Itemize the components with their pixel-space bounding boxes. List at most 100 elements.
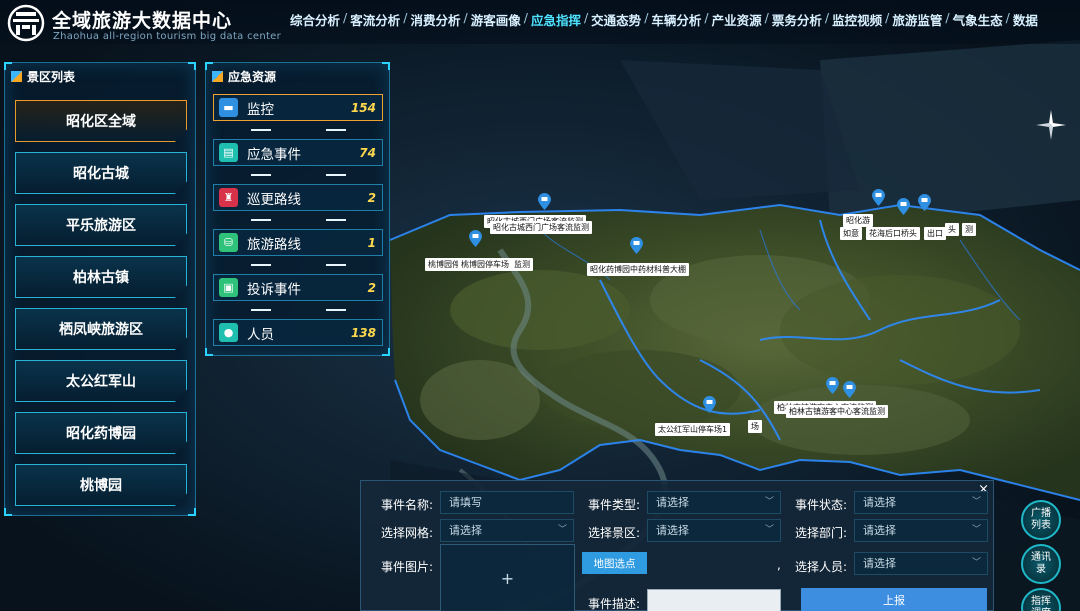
map-pin-icon[interactable] [538,193,551,210]
cube-icon [212,71,223,82]
nav-item[interactable]: 游客画像 [471,10,521,29]
resource-patrol-routes[interactable]: ♜ 巡更路线 2 [213,184,383,211]
department-select[interactable]: 请选择 ﹀ [854,519,988,542]
resource-tour-routes[interactable]: ⛁ 旅游路线 1 [213,229,383,256]
emergency-resources-panel: 应急资源 ▬ 监控 154 ▤ 应急事件 74 ♜ 巡更路线 2 ⛁ 旅游路线 … [205,62,390,356]
nav-item[interactable]: 票务分析 [772,10,822,29]
map-pin-icon[interactable] [897,198,910,215]
top-header: 全域旅游大数据中心 Zhaohua all-region tourism big… [0,0,1080,44]
document-icon: ▤ [219,143,238,162]
map-select-button[interactable]: 地图选点 [582,552,647,574]
nav-separator: / [945,10,950,25]
map-pin-icon[interactable] [630,237,643,254]
event-status-label: 事件状态: [795,498,848,512]
event-name-input[interactable]: 请填写 [440,491,574,514]
nav-item[interactable]: 数据 [1013,10,1038,29]
map-label[interactable]: 柏林古镇游客中心客流监测 [786,405,888,418]
map-label[interactable]: 太公红军山停车场1 [655,423,731,436]
map-pin-icon[interactable] [843,381,856,398]
resource-emergency-events[interactable]: ▤ 应急事件 74 [213,139,383,166]
map-label[interactable]: 监测 [511,258,533,271]
map-label[interactable]: 头 [945,223,959,236]
map-label[interactable]: 出口 [924,227,946,240]
nav-item[interactable]: 监控视频 [832,10,882,29]
divider [251,219,346,221]
map-label[interactable]: 场 [748,420,762,433]
event-type-select[interactable]: 请选择 ﹀ [647,491,781,514]
event-name-label: 事件名称: [381,498,434,512]
map-pin-icon[interactable] [918,194,931,211]
nav-separator: / [403,10,408,25]
nav-item[interactable]: 车辆分析 [651,10,701,29]
scenic-item-yaobo[interactable]: 昭化药博园 [15,412,187,454]
chevron-down-icon: ﹀ [971,497,981,507]
grid-label: 选择网格: [381,526,434,540]
nav-separator: / [1005,10,1010,25]
camera-icon: ▬ [219,98,238,117]
divider [251,309,346,311]
patrol-icon: ♜ [219,188,238,207]
nav-separator: / [343,10,348,25]
nav-item[interactable]: 交通态势 [591,10,641,29]
nav-separator: / [704,10,709,25]
nav-item[interactable]: 气象生态 [953,10,1003,29]
map-label[interactable]: 昭化药博园中药材科普大棚 [587,263,689,276]
divider [251,129,346,131]
map-label[interactable]: 昭化游 [843,214,873,227]
panel-header: 景区列表 [11,68,75,85]
map-label[interactable]: 桃博园停车场 [458,258,512,271]
map-pin-icon[interactable] [703,396,716,413]
map-pin-icon[interactable] [469,230,482,247]
chevron-down-icon: ﹀ [971,558,981,568]
scenic-item-taobo[interactable]: 桃博园 [15,464,187,506]
scenic-select[interactable]: 请选择 ﹀ [647,519,781,542]
nav-item[interactable]: 消费分析 [410,10,460,29]
nav-separator: / [824,10,830,25]
scenic-panel-title: 景区列表 [27,70,76,84]
map-label[interactable]: 花海后口桥头 [866,227,920,240]
contacts-button[interactable]: 通讯录 [1021,544,1061,584]
nav-item[interactable]: 客流分析 [350,10,400,29]
nav-item[interactable]: 综合分析 [290,10,340,29]
broadcast-list-button[interactable]: 广播列表 [1021,500,1061,540]
map-label[interactable]: 昭化古城西门广场客流监测 [490,221,592,234]
scenic-item-taigong[interactable]: 太公红军山 [15,360,187,402]
image-upload[interactable]: + [440,544,575,611]
scenic-item-zhaohua-all[interactable]: 昭化区全域 [15,100,187,142]
map-label[interactable]: 测 [962,223,976,236]
main-nav: 综合分析 / 客流分析 / 消费分析 / 游客画像 / 应急指挥 / 交通态势 / 车辆分析 / 产业资源 /… [290,10,1038,29]
panel-header: 应急资源 [212,68,276,85]
cube-icon [11,71,22,82]
resource-complaints[interactable]: ▣ 投诉事件 2 [213,274,383,301]
resource-surveillance[interactable]: ▬ 监控 154 [213,94,383,121]
nav-item[interactable]: 应急指挥 [531,10,581,29]
event-status-select[interactable]: 请选择 ﹀ [854,491,988,514]
nav-separator: / [583,10,589,25]
map-label[interactable]: 如意 [840,227,862,240]
nav-item[interactable]: 旅游监管 [892,10,942,29]
scenic-list-panel: 景区列表 昭化区全域 昭化古城 平乐旅游区 柏林古镇 栖凤峡旅游区 太公红军山 … [4,62,196,516]
nav-separator: / [644,10,649,25]
map-pin-icon[interactable] [826,377,839,394]
event-description-input[interactable] [647,589,781,611]
scenic-item-qifengxia[interactable]: 栖凤峡旅游区 [15,308,187,350]
compass-icon[interactable] [1036,110,1066,140]
nav-separator: / [885,10,890,25]
chevron-down-icon: ﹀ [971,525,981,535]
nav-separator: / [463,10,468,25]
map-pin-icon[interactable] [872,189,885,206]
grid-select[interactable]: 请选择 ﹀ [440,519,574,542]
complaint-icon: ▣ [219,278,238,297]
event-image-label: 事件图片: [381,560,434,574]
scenic-item-pingle[interactable]: 平乐旅游区 [15,204,187,246]
scenic-item-bolin[interactable]: 柏林古镇 [15,256,187,298]
submit-button[interactable]: 上报 [801,588,987,611]
resource-personnel[interactable]: ● 人员 138 [213,319,383,346]
person-icon: ● [219,323,238,342]
nav-separator: / [523,10,528,25]
app-title: 全域旅游大数据中心 [52,10,233,32]
scenic-item-zhaohua-ancient-town[interactable]: 昭化古城 [15,152,187,194]
nav-item[interactable]: 产业资源 [712,10,762,29]
person-label: 选择人员: [795,560,848,574]
person-select[interactable]: 请选择 ﹀ [854,552,988,575]
